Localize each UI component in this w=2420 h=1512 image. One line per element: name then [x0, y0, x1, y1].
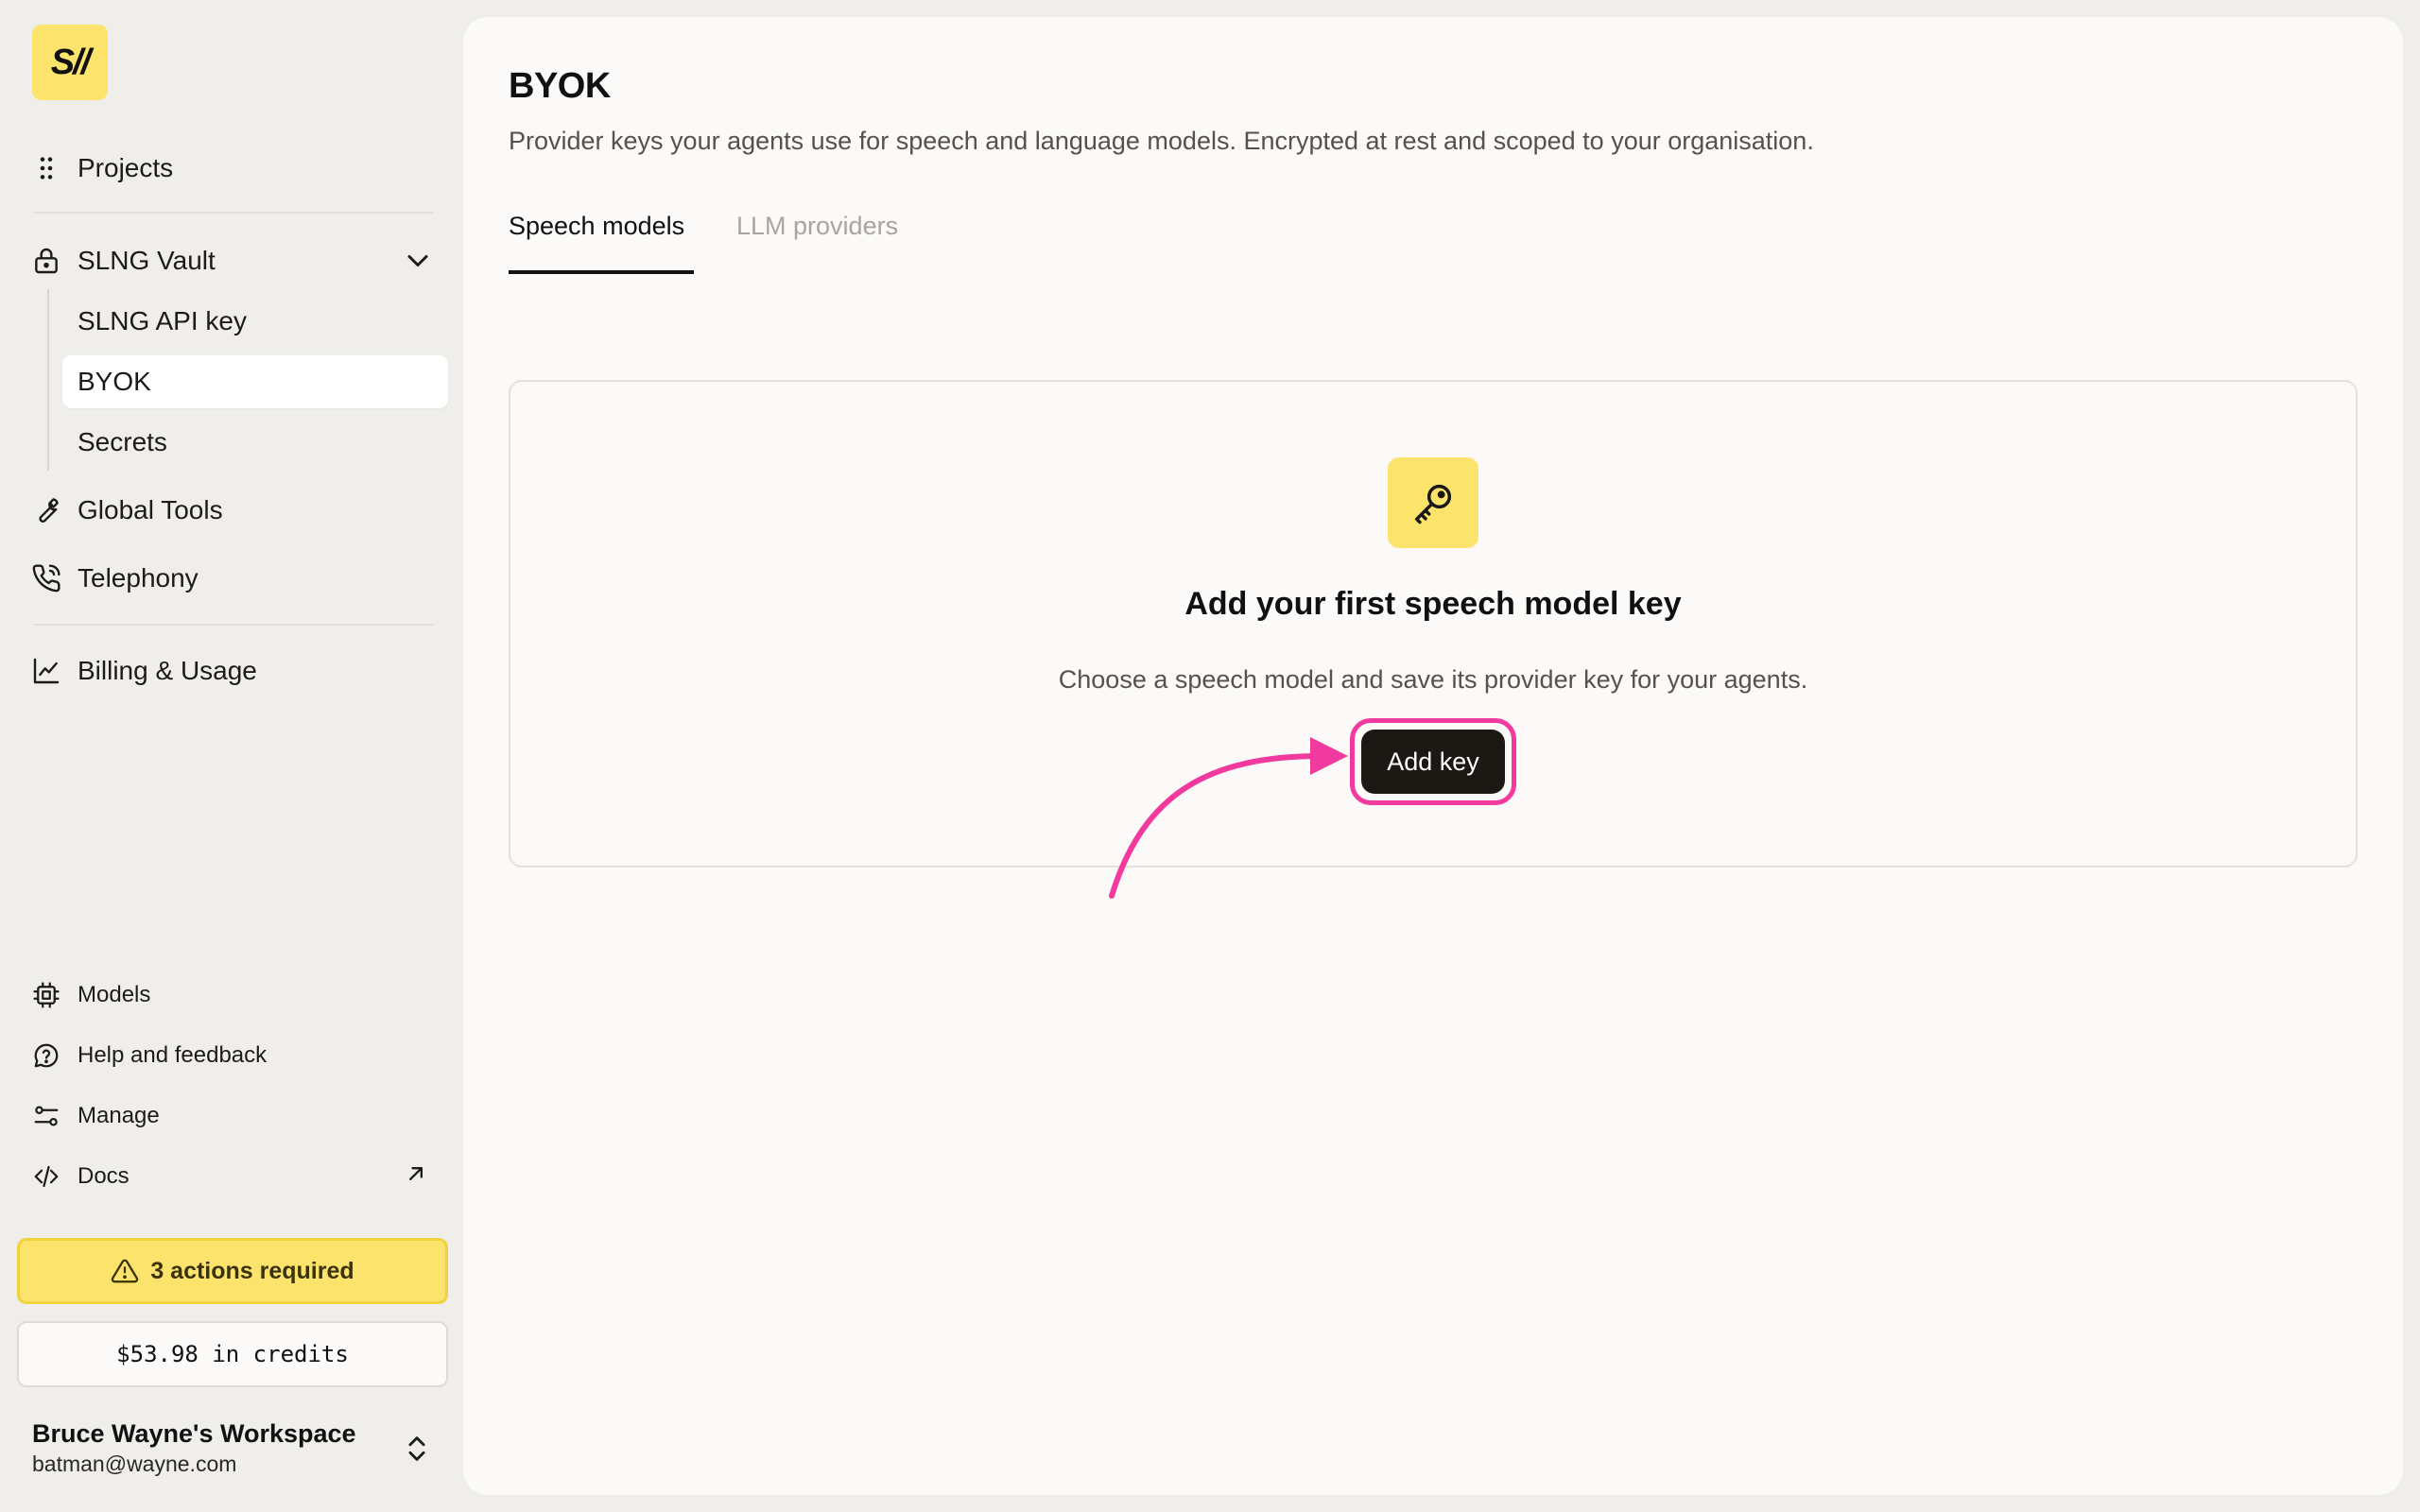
nav-models-label: Models [78, 982, 151, 1007]
main-panel: BYOK Provider keys your agents use for s… [463, 17, 2403, 1495]
nav-slng-vault-label: SLNG Vault [78, 246, 216, 275]
sidebar: S// Projects SLNG Vault SLNG API key BYO… [0, 0, 461, 1512]
nav-help-feedback-label: Help and feedback [78, 1042, 268, 1068]
nav-projects-label: Projects [78, 153, 174, 182]
nav-billing-usage[interactable]: Billing & Usage [30, 644, 257, 697]
divider [34, 212, 433, 214]
wrench-icon [30, 494, 62, 526]
actions-required-button[interactable]: 3 actions required [17, 1238, 448, 1304]
page-description: Provider keys your agents use for speech… [509, 127, 1814, 155]
nav-manage[interactable]: Manage [30, 1092, 437, 1140]
nav-slng-vault[interactable]: SLNG Vault [30, 234, 216, 287]
empty-state-card: Add your first speech model key Choose a… [509, 380, 2358, 868]
divider [34, 624, 433, 626]
nav-models[interactable]: Models [30, 971, 437, 1019]
nav-global-tools[interactable]: Global Tools [30, 484, 223, 537]
workspace-name[interactable]: Bruce Wayne's Workspace [32, 1419, 356, 1449]
nav-byok[interactable]: BYOK [62, 355, 448, 408]
credits-balance[interactable]: $53.98 in credits [17, 1321, 448, 1387]
app: S// Projects SLNG Vault SLNG API key BYO… [0, 0, 2420, 1512]
empty-state-title: Add your first speech model key [1184, 586, 1682, 622]
nav-telephony-label: Telephony [78, 563, 199, 593]
external-link-icon [409, 1167, 423, 1180]
nav-slng-api-key[interactable]: SLNG API key [62, 295, 448, 348]
warning-icon [112, 1259, 139, 1283]
tab-llm-providers[interactable]: LLM providers [736, 212, 898, 270]
app-logo[interactable]: S// [32, 25, 108, 100]
page-title: BYOK [509, 66, 611, 106]
code-icon [30, 1160, 62, 1193]
key-icon-tile [1388, 457, 1478, 548]
chip-icon [30, 979, 62, 1011]
chart-line-icon [30, 655, 62, 687]
workspace-email: batman@wayne.com [32, 1452, 237, 1476]
grip-dots-icon [30, 152, 62, 184]
nav-projects[interactable]: Projects [30, 142, 173, 195]
nav-global-tools-label: Global Tools [78, 495, 223, 524]
key-icon [1414, 484, 1452, 524]
actions-required-label: 3 actions required [150, 1257, 354, 1284]
nav-docs[interactable]: Docs [30, 1153, 437, 1200]
chevron-down-icon[interactable] [401, 244, 435, 278]
phone-icon [30, 562, 62, 594]
vault-tree-line [47, 289, 49, 471]
chevrons-up-down-icon[interactable] [401, 1433, 433, 1465]
add-key-button[interactable]: Add key [1361, 730, 1505, 794]
nav-secrets[interactable]: Secrets [62, 416, 448, 469]
tab-speech-models[interactable]: Speech models [509, 212, 684, 270]
empty-state-description: Choose a speech model and save its provi… [1058, 665, 1808, 694]
nav-help-feedback[interactable]: Help and feedback [30, 1032, 437, 1079]
help-bubble-icon [30, 1040, 62, 1072]
annotation-arrow-icon [1109, 737, 1348, 899]
active-tab-indicator [509, 270, 694, 274]
nav-telephony[interactable]: Telephony [30, 552, 199, 605]
nav-manage-label: Manage [78, 1103, 160, 1128]
nav-docs-label: Docs [78, 1163, 130, 1189]
nav-billing-usage-label: Billing & Usage [78, 656, 257, 685]
sliders-icon [30, 1100, 62, 1132]
lock-icon [30, 245, 62, 277]
